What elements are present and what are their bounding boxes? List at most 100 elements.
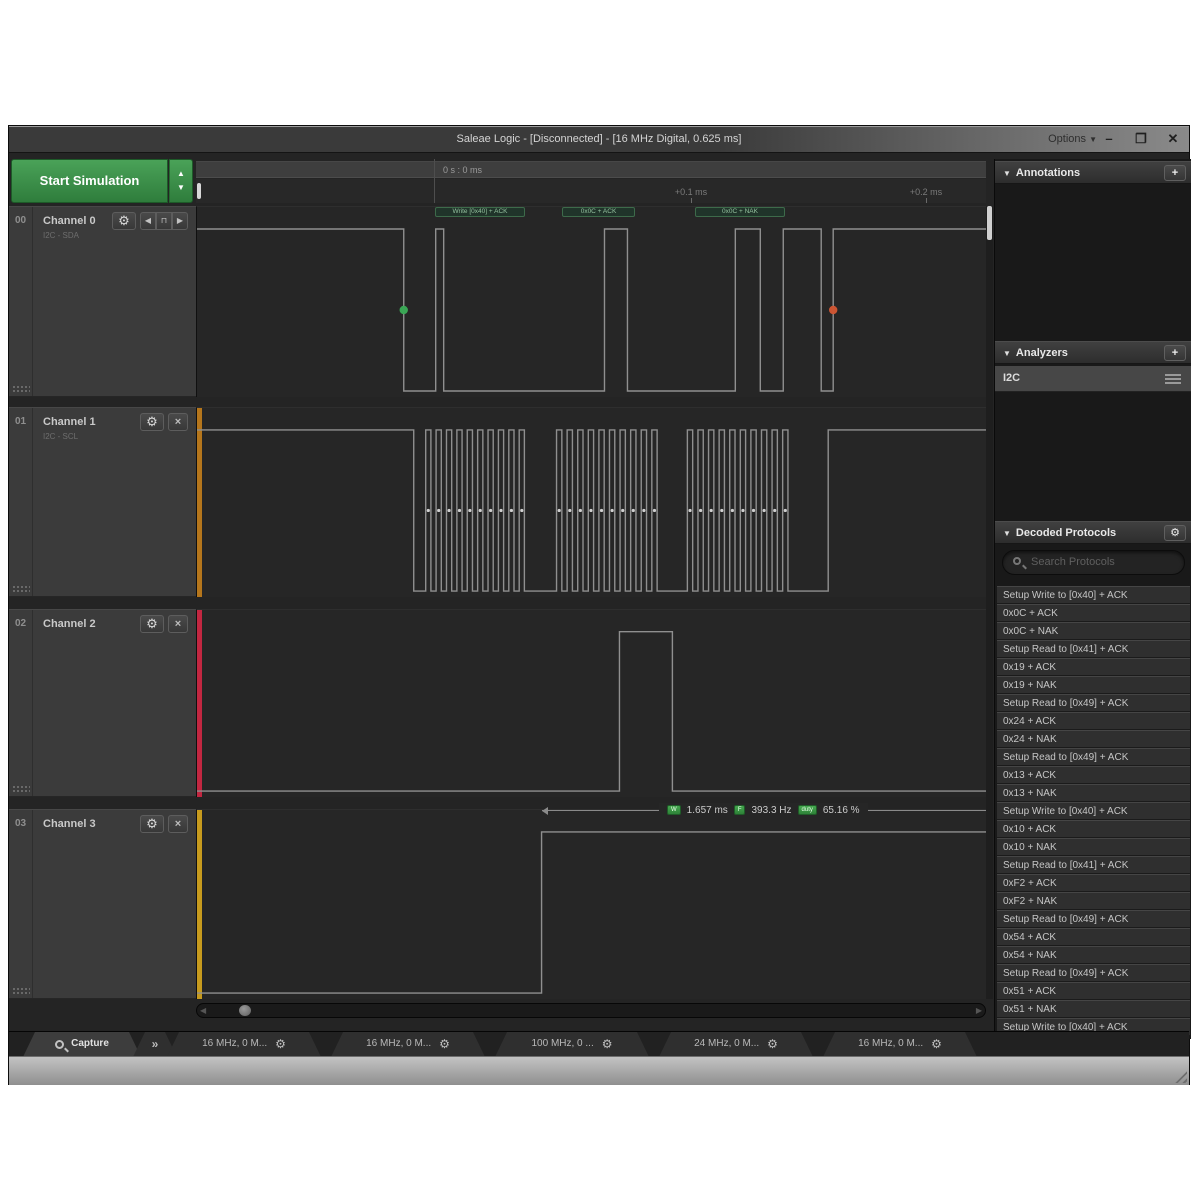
decoded-protocol-item[interactable]: 0xF2 + NAK	[997, 892, 1190, 910]
decoded-annotation-bubble[interactable]: 0x0C + ACK	[562, 207, 635, 217]
channel-row-3[interactable]: 03Channel 3⚙×	[9, 809, 196, 999]
decoded-protocol-item[interactable]: Setup Read to [0x49] + ACK	[997, 748, 1190, 766]
decoded-protocol-item[interactable]: 0x13 + NAK	[997, 784, 1190, 802]
channel-row-1[interactable]: 01Channel 1I2C - SCL⚙×	[9, 407, 196, 597]
analyzers-header[interactable]: ▼Analyzers +	[995, 341, 1191, 364]
digital-waveform	[197, 408, 986, 597]
channel-remove-button[interactable]: ×	[168, 413, 188, 431]
decoded-protocol-item[interactable]: 0xF2 + ACK	[997, 874, 1190, 892]
row-drag-handle-icon[interactable]	[12, 585, 30, 593]
tab-capture[interactable]: Capture	[23, 1032, 141, 1057]
row-drag-handle-icon[interactable]	[12, 785, 30, 793]
tab-device-4[interactable]: 16 MHz, 0 M... ⚙	[823, 1032, 977, 1057]
decoded-protocol-item[interactable]: 0x0C + ACK	[997, 604, 1190, 622]
decoded-protocol-item[interactable]: 0x51 + NAK	[997, 1000, 1190, 1018]
start-simulation-button[interactable]: Start Simulation	[11, 159, 168, 203]
options-menu-button[interactable]: Options ▼	[1048, 133, 1097, 145]
maximize-button[interactable]: ❐	[1133, 130, 1149, 148]
waveform-row-2[interactable]	[196, 609, 986, 797]
device-tab-label: 16 MHz, 0 M...	[858, 1032, 923, 1056]
ruler-tick-mark	[926, 198, 927, 203]
decoded-protocol-item[interactable]: Setup Write to [0x40] + ACK	[997, 802, 1190, 820]
device-settings-gear-icon[interactable]: ⚙	[767, 1032, 778, 1056]
row-drag-handle-icon[interactable]	[12, 385, 30, 393]
digital-waveform	[197, 207, 986, 397]
annotations-header[interactable]: ▼Annotations +	[995, 161, 1191, 184]
window-title: Saleae Logic - [Disconnected] - [16 MHz …	[9, 133, 1189, 145]
channel-remove-button[interactable]: ×	[168, 815, 188, 833]
search-protocols-input[interactable]: Search Protocols	[1002, 550, 1185, 575]
horizontal-scrollbar[interactable]: ◀ ▶	[196, 1003, 986, 1018]
decoded-protocol-item[interactable]: 0x54 + NAK	[997, 946, 1190, 964]
vertical-scrollbar[interactable]	[986, 206, 993, 999]
decoded-protocol-item[interactable]: Setup Read to [0x49] + ACK	[997, 694, 1190, 712]
decoded-annotation-bubble[interactable]: 0x0C + NAK	[695, 207, 785, 217]
scroll-left-icon[interactable]: ◀	[200, 1006, 206, 1015]
add-analyzer-button[interactable]: +	[1164, 345, 1186, 361]
decoded-protocol-item[interactable]: 0x19 + NAK	[997, 676, 1190, 694]
horizontal-scroll-handle[interactable]	[239, 1005, 251, 1016]
decoded-protocols-header[interactable]: ▼Decoded Protocols ⚙	[995, 521, 1191, 544]
analyzer-menu-icon[interactable]	[1165, 374, 1181, 386]
channel-settings-gear-icon[interactable]: ⚙	[112, 212, 136, 230]
channel-name: Channel 1	[43, 416, 96, 428]
trigger-falling-edge-button[interactable]: ◀	[140, 212, 156, 230]
analyzer-item-i2c[interactable]: I2C	[995, 366, 1191, 392]
tab-device-2[interactable]: 100 MHz, 0 ... ⚙	[495, 1032, 649, 1057]
vertical-scroll-handle[interactable]	[987, 206, 992, 240]
trigger-button-group: ◀⊓▶	[140, 212, 188, 230]
device-settings-gear-icon[interactable]: ⚙	[931, 1032, 942, 1056]
channel-settings-gear-icon[interactable]: ⚙	[140, 413, 164, 431]
device-settings-gear-icon[interactable]: ⚙	[275, 1032, 286, 1056]
tab-device-3[interactable]: 24 MHz, 0 M...⚙	[659, 1032, 813, 1057]
channel-protocol-label: I2C - SDA	[43, 231, 79, 240]
decoded-protocol-item[interactable]: 0x0C + NAK	[997, 622, 1190, 640]
decoded-protocol-item[interactable]: 0x19 + ACK	[997, 658, 1190, 676]
decoded-protocol-item[interactable]: 0x24 + ACK	[997, 712, 1190, 730]
measurement-arrow-icon	[542, 807, 548, 815]
decoded-protocol-item[interactable]: 0x10 + ACK	[997, 820, 1190, 838]
row-drag-handle-icon[interactable]	[12, 987, 30, 995]
chevron-down-icon: ▼	[1089, 135, 1097, 144]
decoded-settings-gear-icon[interactable]: ⚙	[1164, 525, 1186, 541]
channel-settings-gear-icon[interactable]: ⚙	[140, 815, 164, 833]
channel-index: 03	[9, 810, 33, 998]
decoded-protocol-item[interactable]: Setup Read to [0x41] + ACK	[997, 856, 1190, 874]
tab-device-1[interactable]: 16 MHz, 0 M...⚙	[331, 1032, 485, 1057]
start-mode-selector[interactable]: ▲ ▼	[169, 159, 193, 203]
waveform-row-0[interactable]: Write [0x40] + ACK 0x0C + ACK 0x0C + NAK	[196, 206, 986, 397]
device-tab-label: 16 MHz, 0 M...	[202, 1032, 267, 1056]
add-annotation-button[interactable]: +	[1164, 165, 1186, 181]
waveform-row-1[interactable]	[196, 407, 986, 597]
decoded-protocol-item[interactable]: Setup Write to [0x40] + ACK	[997, 586, 1190, 604]
close-button[interactable]: ✕	[1165, 130, 1181, 148]
trigger-rising-edge-button[interactable]: ▶	[172, 212, 188, 230]
device-settings-gear-icon[interactable]: ⚙	[602, 1032, 613, 1056]
timeline-ruler[interactable]: 0 s : 0 ms +0.1 ms+0.2 ms	[196, 159, 986, 203]
resize-grip[interactable]	[1174, 1070, 1187, 1083]
decoded-protocol-item[interactable]: 0x54 + ACK	[997, 928, 1190, 946]
channel-row-2[interactable]: 02Channel 2⚙×	[9, 609, 196, 797]
scroll-right-icon[interactable]: ▶	[976, 1006, 982, 1015]
decoded-protocol-item[interactable]: 0x13 + ACK	[997, 766, 1190, 784]
channel-settings-gear-icon[interactable]: ⚙	[140, 615, 164, 633]
waveform-row-3[interactable]: W1.657 msF393.3 Hzduty65.16 %	[196, 809, 986, 999]
decoded-protocol-item[interactable]: Setup Read to [0x41] + ACK	[997, 640, 1190, 658]
decoded-protocol-item[interactable]: Setup Read to [0x49] + ACK	[997, 964, 1190, 982]
device-settings-gear-icon[interactable]: ⚙	[439, 1032, 450, 1056]
ruler-scroll-handle[interactable]	[197, 183, 201, 199]
channel-remove-button[interactable]: ×	[168, 615, 188, 633]
device-tab-label: 100 MHz, 0 ...	[531, 1032, 593, 1056]
decoded-annotation-bubble[interactable]: Write [0x40] + ACK	[435, 207, 525, 217]
channel-row-0[interactable]: 00Channel 0I2C - SDA⚙◀⊓▶	[9, 206, 196, 397]
decoded-protocol-item[interactable]: 0x10 + NAK	[997, 838, 1190, 856]
channel-protocol-label: I2C - SCL	[43, 432, 78, 441]
i2c-start-marker	[400, 306, 408, 314]
digital-waveform	[197, 610, 986, 797]
minimize-button[interactable]: –	[1101, 130, 1117, 148]
decoded-protocol-item[interactable]: 0x51 + ACK	[997, 982, 1190, 1000]
decoded-protocol-item[interactable]: 0x24 + NAK	[997, 730, 1190, 748]
decoded-protocol-item[interactable]: Setup Read to [0x49] + ACK	[997, 910, 1190, 928]
tab-device-0[interactable]: 16 MHz, 0 M... ⚙	[167, 1032, 321, 1057]
trigger-pulse-button[interactable]: ⊓	[156, 212, 172, 230]
